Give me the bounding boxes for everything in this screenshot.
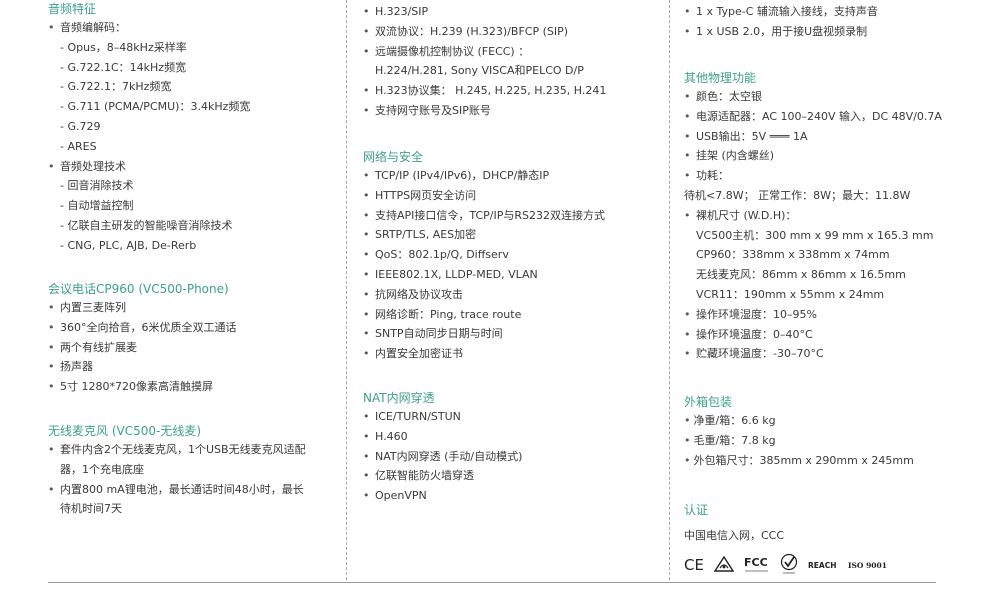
rohs-mark-icon [780,553,798,574]
nat-feature-item: ICE/TURN/STUN [363,407,663,427]
ce-mark-icon: CE [684,556,704,572]
nat-feature-item: 亿联智能防火墙穿透 [363,466,663,486]
network-feature-item: 支持API接口信令，TCP/IP与RS232双连接方式 [363,206,663,226]
section-title-phone: 会议电话CP960 (VC500-Phone) [48,282,229,296]
network-feature-item: 内置安全加密证书 [363,344,663,364]
network-feature-item: SNTP自动同步日期与时间 [363,324,663,344]
physical-feature-item: VCR11：190mm x 55mm x 24mm [696,287,885,301]
cert-section: 认证 中国电信入网，CCC [684,501,980,546]
physical-feature-item: 功耗： [684,166,980,186]
section-title-network: 网络与安全 [363,150,424,164]
package-section: 外箱包装 净重/箱：6.6 kg毛重/箱：7.8 kg外包箱尺寸：385mm x… [684,393,980,470]
package-item: 净重/箱：6.6 kg [684,411,980,431]
svg-text:CE: CE [684,556,704,572]
physical-feature-item: 操作环境温度：0–40°C [684,325,980,345]
physical-feature-item: 挂架 (内含螺丝) [684,146,980,166]
audio-section: 音频特征 音频编解码： Opus，8–48kHz采样率G.722.1C：14kH… [48,0,340,256]
audio-codec-item: Opus，8–48kHz采样率 [48,38,340,58]
audio-codec-item: ARES [48,137,340,157]
bottom-rule [48,582,936,583]
nat-feature-item: H.460 [363,427,663,447]
network-feature-item: 抗网络及协议攻击 [363,285,663,305]
physical-feature-item: 操作环境湿度：10–95% [684,305,980,325]
audio-codec-item: G.722.1C：14kHz频宽 [48,58,340,78]
audio-proc-item: CNG, PLC, AJB, De-Rerb [48,236,340,256]
column-divider [346,0,347,580]
audio-proc-item: 亿联自主研发的智能噪音消除技术 [48,216,340,236]
network-feature-item: HTTPS网页安全访问 [363,186,663,206]
nat-feature-item: NAT内网穿透 (手动/自动模式) [363,447,663,467]
network-feature-item: QoS：802.1p/Q, Diffserv [363,245,663,265]
rcm-mark-icon [714,556,734,572]
physical-feature-item: 无线麦克风：86mm x 86mm x 16.5mm [696,268,906,282]
section-title-package: 外箱包装 [684,395,733,409]
section-title-audio: 音频特征 [48,2,97,16]
phone-feature-item: 两个有线扩展麦 [48,338,340,358]
protocol-item: H.323协议集： H.245, H.225, H.235, H.241 [363,81,663,101]
svg-text:ISO 9001: ISO 9001 [848,561,887,570]
protocol-item: H.323/SIP [363,2,663,22]
protocol-section: H.323/SIP双流协议：H.239 (H.323)/BFCP (SIP)远端… [363,2,663,121]
phone-feature-item: 5寸 1280*720像素高清触摸屏 [48,377,340,397]
mic-feature-continuation: 器，1个充电底座 [60,462,144,476]
phone-feature-item: 扬声器 [48,357,340,377]
phone-section: 会议电话CP960 (VC500-Phone) 内置三麦阵列360°全向拾音，6… [48,280,340,397]
network-feature-item: IEEE802.1X, LLDP-MED, VLAN [363,265,663,285]
protocol-item: H.224/H.281, Sony VISCA和PELCO D/P [375,64,584,78]
phone-feature-item: 360°全向拾音，6米优质全双工通话 [48,318,340,338]
network-feature-item: 网络诊断：Ping, trace route [363,305,663,325]
network-feature-item: SRTP/TLS, AES加密 [363,225,663,245]
audio-codec-item: G.711 (PCMA/PCMU)：3.4kHz频宽 [48,97,340,117]
package-item: 毛重/箱：7.8 kg [684,431,980,451]
phone-feature-item: 内置三麦阵列 [48,298,340,318]
audio-proc-label: 音频处理技术 [48,157,340,177]
physical-feature-item: 颜色：太空银 [684,87,980,107]
protocol-item: 双流协议：H.239 (H.323)/BFCP (SIP) [363,22,663,42]
nat-section: NAT内网穿透 ICE/TURN/STUNH.460NAT内网穿透 (手动/自动… [363,389,663,506]
iso9001-mark-icon: ISO 9001 [848,561,887,570]
section-title-mic: 无线麦克风 (VC500-无线麦) [48,424,202,438]
network-section: 网络与安全 TCP/IP (IPv4/IPv6)，DHCP/静态IPHTTPS网… [363,148,663,364]
audio-codec-label: 音频编解码： [48,18,340,38]
nat-feature-item: OpenVPN [363,486,663,506]
interface-section: 1 x Type-C 辅流输入接线，支持声音1 x USB 2.0，用于接U盘视… [684,2,980,42]
interface-item: 1 x Type-C 辅流输入接线，支持声音 [684,2,980,22]
section-title-nat: NAT内网穿透 [363,391,435,405]
package-item: 外包箱尺寸：385mm x 290mm x 245mm [684,451,980,471]
physical-feature-item: USB输出：5V ═══ 1A [684,127,980,147]
mic-section: 无线麦克风 (VC500-无线麦) 套件内含2个无线麦克风，1个USB无线麦克风… [48,422,340,519]
protocol-item: 支持网守账号及SIP账号 [363,101,663,121]
fcc-mark-icon: FCC [744,556,768,572]
cert-logos: CE FCC REACH ISO 9001 [684,550,890,578]
physical-feature-item: CP960：338mm x 338mm x 74mm [696,248,890,262]
physical-feature-item: VC500主机：300 mm x 99 mm x 165.3 mm [696,228,934,242]
network-feature-item: TCP/IP (IPv4/IPv6)，DHCP/静态IP [363,166,663,186]
physical-feature-item: 电源适配器：AC 100–240V 输入，DC 48V/0.7A [684,107,980,127]
audio-codec-item: G.729 [48,117,340,137]
audio-proc-item: 回音消除技术 [48,176,340,196]
physical-feature-item: 待机<7.8W； 正常工作：8W；最大：11.8W [684,188,911,202]
reach-mark-icon: REACH [808,561,836,570]
audio-codec-item: G.722.1：7kHz频宽 [48,77,340,97]
physical-feature-item: 贮藏环境温度：-30–70°C [684,344,980,364]
section-title-physical: 其他物理功能 [684,71,757,85]
protocol-item: 远端摄像机控制协议 (FECC) ： [363,42,663,62]
mic-feature-item: 内置800 mA锂电池，最长通话时间48小时，最长 [48,480,340,500]
mic-feature-item: 套件内含2个无线麦克风，1个USB无线麦克风适配 [48,440,340,460]
section-title-cert: 认证 [684,503,709,517]
physical-feature-item: 裸机尺寸 (W.D.H)： [684,206,980,226]
svg-text:FCC: FCC [744,556,768,569]
interface-item: 1 x USB 2.0，用于接U盘视频录制 [684,22,980,42]
audio-proc-item: 自动增益控制 [48,196,340,216]
physical-section: 其他物理功能 颜色：太空银电源适配器：AC 100–240V 输入，DC 48V… [684,69,980,364]
cert-text: 中国电信入网，CCC [684,529,785,542]
mic-feature-continuation: 待机时间7天 [60,502,122,516]
svg-text:REACH: REACH [808,561,836,570]
column-divider [669,0,670,580]
